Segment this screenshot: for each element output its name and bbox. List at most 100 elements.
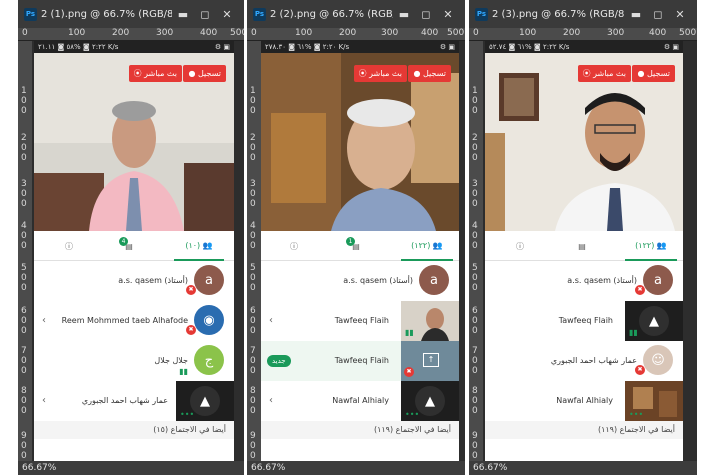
participant-video-tile: ▮▮ — [401, 301, 459, 341]
ruler-tick: 100 — [519, 28, 537, 38]
chat-icon: ▤ — [578, 241, 586, 251]
ruler-tick: 2 0 0 — [250, 133, 256, 163]
user-placeholder-icon: ▲ — [190, 386, 220, 416]
ruler-tick: 3 0 0 — [472, 179, 478, 209]
vertical-ruler: 1 0 0 2 0 0 3 0 0 4 0 0 5 0 0 6 0 0 7 0 … — [469, 41, 483, 461]
avatar-letter: ج — [204, 352, 214, 368]
participant-row[interactable]: a.s. qasem (أستاذ) a ✖ — [485, 261, 683, 301]
ruler-tick: 300 — [607, 28, 625, 38]
desktop: Ps 2 (1).png @ 66.7% (RGB/8) ▬ ◻ ✕ 0 100… — [0, 0, 717, 475]
ruler-tick: 8 0 0 — [250, 386, 256, 416]
participants-count: (١٢٢) — [635, 240, 655, 250]
tab-participants[interactable]: (١٢٢) 👥 — [625, 231, 677, 261]
ruler-tick: 200 — [339, 28, 357, 38]
live-label: بث مباشر — [144, 69, 177, 78]
chevron-left-icon: ‹ — [42, 315, 46, 326]
live-stream-button[interactable]: ⦿ بث مباشر — [577, 65, 631, 82]
tab-participants[interactable]: (١٠) 👥 — [174, 231, 224, 261]
ruler-tick: 6 0 0 — [250, 306, 256, 336]
window-titlebar[interactable]: Ps 2 (3).png @ 66.7% (RGB/8) ▬ ◻ ✕ — [469, 0, 697, 28]
tab-participants[interactable]: (١٢٢) 👥 — [401, 231, 453, 261]
section-header: أيضا في الاجتماع (١٥) — [34, 421, 234, 439]
info-icon: ⓘ — [65, 241, 73, 251]
record-button[interactable]: ● تسجيل — [408, 65, 451, 82]
close-button[interactable]: ✕ — [437, 8, 459, 21]
window-titlebar[interactable]: Ps 2 (1).png @ 66.7% (RGB/8) ▬ ◻ ✕ — [18, 0, 244, 28]
participant-row[interactable]: a.s. qasem (أستاذ) a — [261, 261, 459, 301]
participant-name: عمار شهاب احمد الجبوري — [81, 396, 168, 405]
settings-icon: ⚙ ▣ — [663, 43, 679, 51]
tab-info[interactable]: ⓘ — [505, 231, 535, 261]
close-button[interactable]: ✕ — [669, 8, 691, 21]
ruler-tick: 100 — [295, 28, 313, 38]
people-icon: 👥 — [656, 240, 667, 250]
audio-level-icon: ▮▮ — [179, 367, 188, 376]
ruler-tick: 9 0 0 — [21, 431, 27, 461]
live-stream-button[interactable]: ⦿ بث مباشر — [353, 65, 407, 82]
photoshop-window-1[interactable]: Ps 2 (1).png @ 66.7% (RGB/8) ▬ ◻ ✕ 0 100… — [18, 0, 244, 475]
participant-row[interactable]: جلال جلال ج ▮▮ — [34, 341, 234, 381]
minimize-button[interactable]: ▬ — [172, 8, 194, 21]
participant-row[interactable]: ‹ عمار شهاب احمد الجبوري ▲ ••• — [34, 381, 234, 421]
host-tag: (أستاذ) — [389, 276, 413, 285]
participant-row[interactable]: a.s. qasem (أستاذ) a ✖ — [34, 261, 234, 301]
phone-screenshot: ٢:٢٢ ◙ %٦١ ◙ ٥٢.٧٤ K/s ⚙ ▣ ● تسجيل ⦿ بث … — [485, 41, 683, 461]
tab-bar: ⓘ ▤ 1 (١٢٢) 👥 — [261, 231, 459, 261]
tab-chat[interactable]: ▤ 4 — [114, 231, 144, 261]
ruler-tick: 0 — [22, 28, 28, 38]
status-text: ٢:٢٢ ◙ %٥٨ ◙ ٢١.١١ K/s — [38, 43, 119, 51]
ruler-tick: 500 — [679, 28, 697, 38]
tab-chat[interactable]: ▤ 1 — [341, 231, 371, 261]
participant-row[interactable]: ‹ Reem Mohmmed taeb Alhafode ◉ ✖ — [34, 301, 234, 341]
user-placeholder-icon: ▲ — [639, 306, 669, 336]
photoshop-icon: Ps — [253, 7, 266, 21]
photoshop-window-2[interactable]: Ps 2 (2).png @ 66.7% (RGB/8) ▬ ◻ ✕ 0 100… — [247, 0, 465, 475]
minimize-button[interactable]: ▬ — [393, 8, 415, 21]
maximize-button[interactable]: ◻ — [415, 8, 437, 21]
minimize-button[interactable]: ▬ — [625, 8, 647, 21]
chevron-left-icon: ‹ — [269, 395, 273, 406]
ruler-tick: 4 0 0 — [250, 221, 256, 251]
ruler-tick: 200 — [563, 28, 581, 38]
live-label: بث مباشر — [369, 69, 402, 78]
participant-row[interactable]: عمار شهاب احمد الجبوري ☺ ✖ — [485, 341, 683, 381]
info-icon: ⓘ — [516, 241, 524, 251]
participant-row[interactable]: Nawfal Alhialy ••• — [485, 381, 683, 421]
live-stream-button[interactable]: ⦿ بث مباشر — [128, 65, 182, 82]
participant-row[interactable]: جديد Tawfeeq Flaih ↑ ✖ — [261, 341, 459, 381]
zoom-readout: 66.67% — [469, 461, 697, 475]
ruler-tick: 0 — [251, 28, 257, 38]
phone-screenshot: ٢:٢٢ ◙ %٥٨ ◙ ٢١.١١ K/s ⚙ ▣ ● تسجيل ⦿ بث … — [34, 41, 234, 461]
tab-chat[interactable]: ▤ — [567, 231, 597, 261]
photoshop-window-3[interactable]: Ps 2 (3).png @ 66.7% (RGB/8) ▬ ◻ ✕ 0 100… — [469, 0, 697, 475]
avatar: a — [419, 265, 449, 295]
phone-status-bar: ٢:٢٠ ◙ %٦١ ◙ ٢٧٨.٣٠ K/s ⚙ ▣ — [261, 41, 459, 53]
tab-info[interactable]: ⓘ — [279, 231, 309, 261]
info-icon: ⓘ — [290, 241, 298, 251]
record-label: تسجيل — [647, 69, 670, 78]
ruler-tick: 3 0 0 — [21, 179, 27, 209]
maximize-button[interactable]: ◻ — [194, 8, 216, 21]
record-button[interactable]: ● تسجيل — [632, 65, 675, 82]
participant-video-tile: ••• — [625, 381, 683, 421]
more-dots-icon: ••• — [405, 410, 420, 419]
avatar-letter: a — [654, 272, 662, 288]
tab-bar: ⓘ ▤ (١٢٢) 👥 — [485, 231, 683, 261]
participants-count: (١٠) — [185, 240, 201, 250]
ruler-tick: 500 — [230, 28, 244, 38]
maximize-button[interactable]: ◻ — [647, 8, 669, 21]
chat-badge: 1 — [346, 237, 355, 246]
tab-info[interactable]: ⓘ — [54, 231, 84, 261]
close-button[interactable]: ✕ — [216, 8, 238, 21]
participant-row[interactable]: ‹ Nawfal Alhialy ▲ ••• — [261, 381, 459, 421]
record-button[interactable]: ● تسجيل — [183, 65, 226, 82]
participant-row[interactable]: ‹ Tawfeeq Flaih ▮▮ — [261, 301, 459, 341]
participant-name: Tawfeeq Flaih — [558, 316, 613, 325]
participant-row[interactable]: Tawfeeq Flaih ▲ ▮▮ — [485, 301, 683, 341]
window-title: 2 (2).png @ 66.7% (RGB/8) — [270, 8, 393, 20]
ruler-tick: 2 0 0 — [21, 133, 27, 163]
settings-icon: ⚙ ▣ — [214, 43, 230, 51]
mic-off-icon: ✖ — [186, 325, 196, 335]
live-label: بث مباشر — [593, 69, 626, 78]
window-titlebar[interactable]: Ps 2 (2).png @ 66.7% (RGB/8) ▬ ◻ ✕ — [247, 0, 465, 28]
